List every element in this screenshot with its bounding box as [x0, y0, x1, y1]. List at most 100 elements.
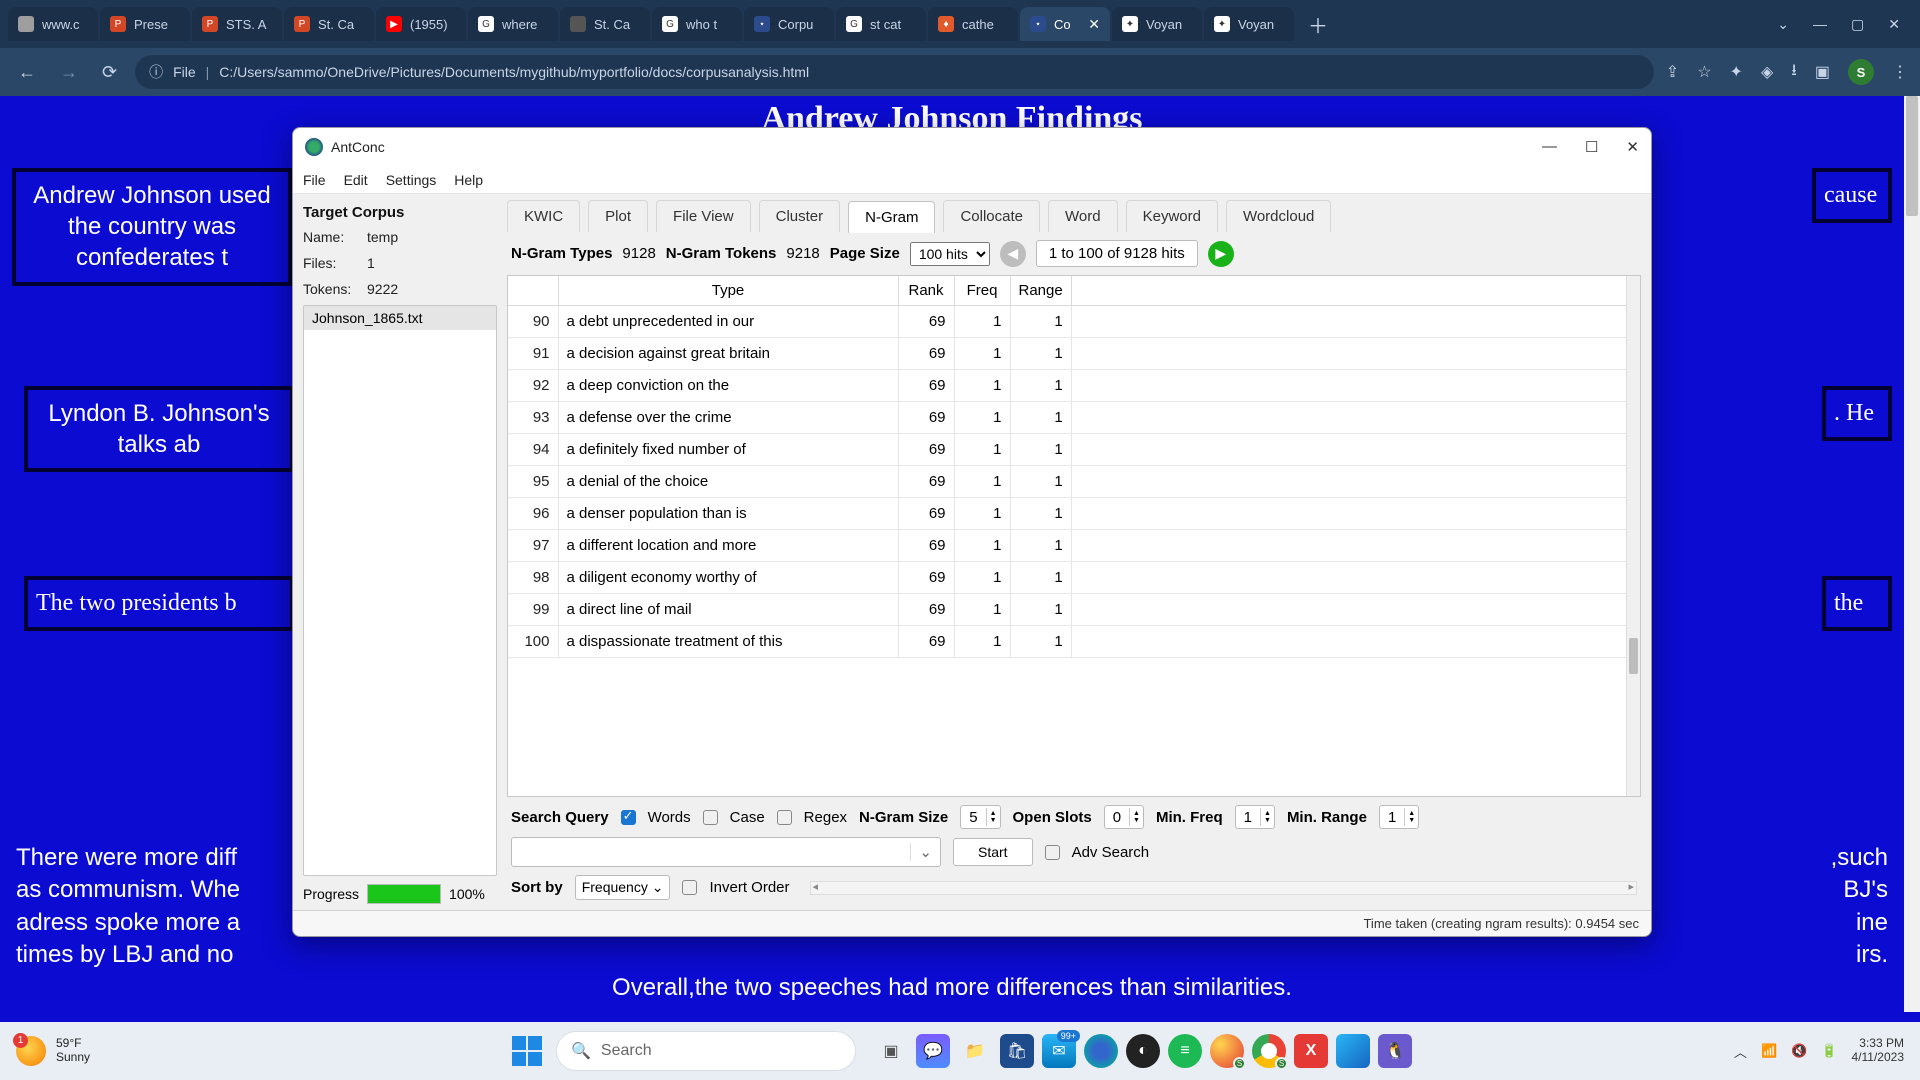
tab-wordcloud[interactable]: Wordcloud: [1226, 200, 1331, 232]
next-page-button[interactable]: ▶: [1208, 241, 1234, 267]
back-button[interactable]: ←: [12, 56, 42, 89]
maximize-icon[interactable]: ☐: [1585, 138, 1598, 156]
words-checkbox[interactable]: [621, 810, 636, 825]
tab-file-view[interactable]: File View: [656, 200, 751, 232]
browser-tab[interactable]: ⋆Co✕: [1020, 7, 1110, 41]
table-row[interactable]: 97a different location and more6911: [508, 530, 1640, 562]
battery-icon[interactable]: 🔋: [1821, 1043, 1837, 1059]
tab-plot[interactable]: Plot: [588, 200, 648, 232]
downloads-icon[interactable]: ⭳: [1791, 59, 1797, 86]
extensions-icon[interactable]: ✦: [1730, 62, 1743, 82]
tab-cluster[interactable]: Cluster: [759, 200, 841, 232]
tab-keyword[interactable]: Keyword: [1126, 200, 1218, 232]
tray-chevron-icon[interactable]: ︿: [1734, 1042, 1747, 1061]
tag-icon[interactable]: ◈: [1761, 62, 1773, 82]
minimize-icon[interactable]: ―: [1542, 138, 1557, 156]
reload-button[interactable]: ⟳: [96, 56, 123, 89]
browser-tab[interactable]: St. Ca: [560, 7, 650, 41]
close-icon[interactable]: ✕: [1626, 138, 1639, 156]
volume-icon[interactable]: 🔇: [1791, 1043, 1807, 1059]
open-slots-stepper[interactable]: 0▲▼: [1104, 805, 1144, 829]
col-freq[interactable]: Freq: [954, 276, 1010, 306]
file-list[interactable]: Johnson_1865.txt: [303, 305, 497, 876]
app-icon-2[interactable]: X: [1294, 1034, 1328, 1068]
ngram-size-stepper[interactable]: 5▲▼: [960, 805, 1000, 829]
spotify-icon[interactable]: ≡: [1168, 1034, 1202, 1068]
chat-icon[interactable]: 💬: [916, 1034, 950, 1068]
prev-page-button[interactable]: ◀: [1000, 241, 1026, 267]
tab-collocate[interactable]: Collocate: [943, 200, 1040, 232]
window-minimize-icon[interactable]: ―: [1813, 16, 1827, 33]
app-icon-3[interactable]: [1336, 1034, 1370, 1068]
kebab-menu-icon[interactable]: ⋮: [1892, 62, 1908, 82]
table-row[interactable]: 93a defense over the crime6911: [508, 402, 1640, 434]
mail-icon[interactable]: ✉99+: [1042, 1034, 1076, 1068]
new-tab-button[interactable]: ＋: [1296, 10, 1340, 39]
profile-avatar[interactable]: S: [1848, 59, 1874, 85]
chrome-icon[interactable]: S: [1252, 1034, 1286, 1068]
store-icon[interactable]: 🛍: [1000, 1034, 1034, 1068]
tab-close-icon[interactable]: ✕: [1088, 16, 1100, 33]
tab-n-gram[interactable]: N-Gram: [848, 201, 935, 233]
pagesize-select[interactable]: 100 hits: [910, 242, 990, 266]
table-row[interactable]: 94a definitely fixed number of6911: [508, 434, 1640, 466]
star-icon[interactable]: ☆: [1697, 62, 1711, 82]
browser-tab[interactable]: Gwhere: [468, 7, 558, 41]
case-checkbox[interactable]: [703, 810, 718, 825]
browser-tab[interactable]: ⋆Corpu: [744, 7, 834, 41]
forward-button[interactable]: →: [54, 56, 84, 89]
browser-tab[interactable]: www.c: [8, 7, 98, 41]
window-maximize-icon[interactable]: ▢: [1851, 16, 1864, 33]
chevron-down-icon[interactable]: ⌄: [1777, 16, 1789, 33]
sort-select[interactable]: Frequency ⌄: [575, 875, 671, 900]
browser-tab[interactable]: PSTS. A: [192, 7, 282, 41]
menu-file[interactable]: File: [303, 172, 326, 188]
taskbar-search[interactable]: 🔍Search: [556, 1031, 856, 1071]
weather-widget[interactable]: 1 59°FSunny: [16, 1036, 90, 1066]
table-row[interactable]: 100a dispassionate treatment of this6911: [508, 626, 1640, 658]
browser-tab[interactable]: PSt. Ca: [284, 7, 374, 41]
table-scrollbar[interactable]: [1626, 276, 1640, 796]
menu-edit[interactable]: Edit: [344, 172, 368, 188]
table-row[interactable]: 96a denser population than is6911: [508, 498, 1640, 530]
col-rank[interactable]: Rank: [898, 276, 954, 306]
browser-tab[interactable]: ♦cathe: [928, 7, 1018, 41]
regex-checkbox[interactable]: [777, 810, 792, 825]
window-close-icon[interactable]: ✕: [1888, 16, 1900, 33]
chevron-down-icon[interactable]: ⌄: [910, 843, 940, 861]
edge-icon[interactable]: [1084, 1034, 1118, 1068]
table-row[interactable]: 98a diligent economy worthy of6911: [508, 562, 1640, 594]
antconc-titlebar[interactable]: AntConc ― ☐ ✕: [293, 128, 1651, 166]
browser-tab[interactable]: ✦Voyan: [1204, 7, 1294, 41]
app-icon-1[interactable]: S: [1210, 1034, 1244, 1068]
col-range[interactable]: Range: [1010, 276, 1071, 306]
clock[interactable]: 3:33 PM 4/11/2023: [1852, 1037, 1905, 1065]
steam-icon[interactable]: ◐: [1126, 1034, 1160, 1068]
menu-help[interactable]: Help: [454, 172, 483, 188]
table-row[interactable]: 95a denial of the choice6911: [508, 466, 1640, 498]
sidepanel-icon[interactable]: ▣: [1815, 62, 1830, 82]
address-bar[interactable]: ⓘ File | C:/Users/sammo/OneDrive/Picture…: [135, 55, 1654, 89]
app-icon-4[interactable]: 🐧: [1378, 1034, 1412, 1068]
search-input[interactable]: ⌄: [511, 837, 941, 867]
start-button[interactable]: Start: [953, 838, 1033, 866]
adv-search-checkbox[interactable]: [1045, 845, 1060, 860]
browser-tab[interactable]: Gst cat: [836, 7, 926, 41]
table-row[interactable]: 90a debt unprecedented in our6911: [508, 306, 1640, 338]
share-icon[interactable]: ⇪: [1666, 62, 1679, 82]
invert-order-checkbox[interactable]: [682, 880, 697, 895]
browser-tab[interactable]: Gwho t: [652, 7, 742, 41]
menu-settings[interactable]: Settings: [386, 172, 437, 188]
tab-kwic[interactable]: KWIC: [507, 200, 580, 232]
min-freq-stepper[interactable]: 1▲▼: [1235, 805, 1275, 829]
explorer-icon[interactable]: 📁: [958, 1034, 992, 1068]
table-row[interactable]: 99a direct line of mail6911: [508, 594, 1640, 626]
file-item[interactable]: Johnson_1865.txt: [304, 306, 496, 330]
browser-tab[interactable]: PPrese: [100, 7, 190, 41]
table-row[interactable]: 91a decision against great britain6911: [508, 338, 1640, 370]
browser-tab[interactable]: ✦Voyan: [1112, 7, 1202, 41]
task-view-icon[interactable]: ▣: [874, 1034, 908, 1068]
table-row[interactable]: 92a deep conviction on the6911: [508, 370, 1640, 402]
browser-tab[interactable]: ▶(1955): [376, 7, 466, 41]
start-button[interactable]: [508, 1032, 546, 1070]
